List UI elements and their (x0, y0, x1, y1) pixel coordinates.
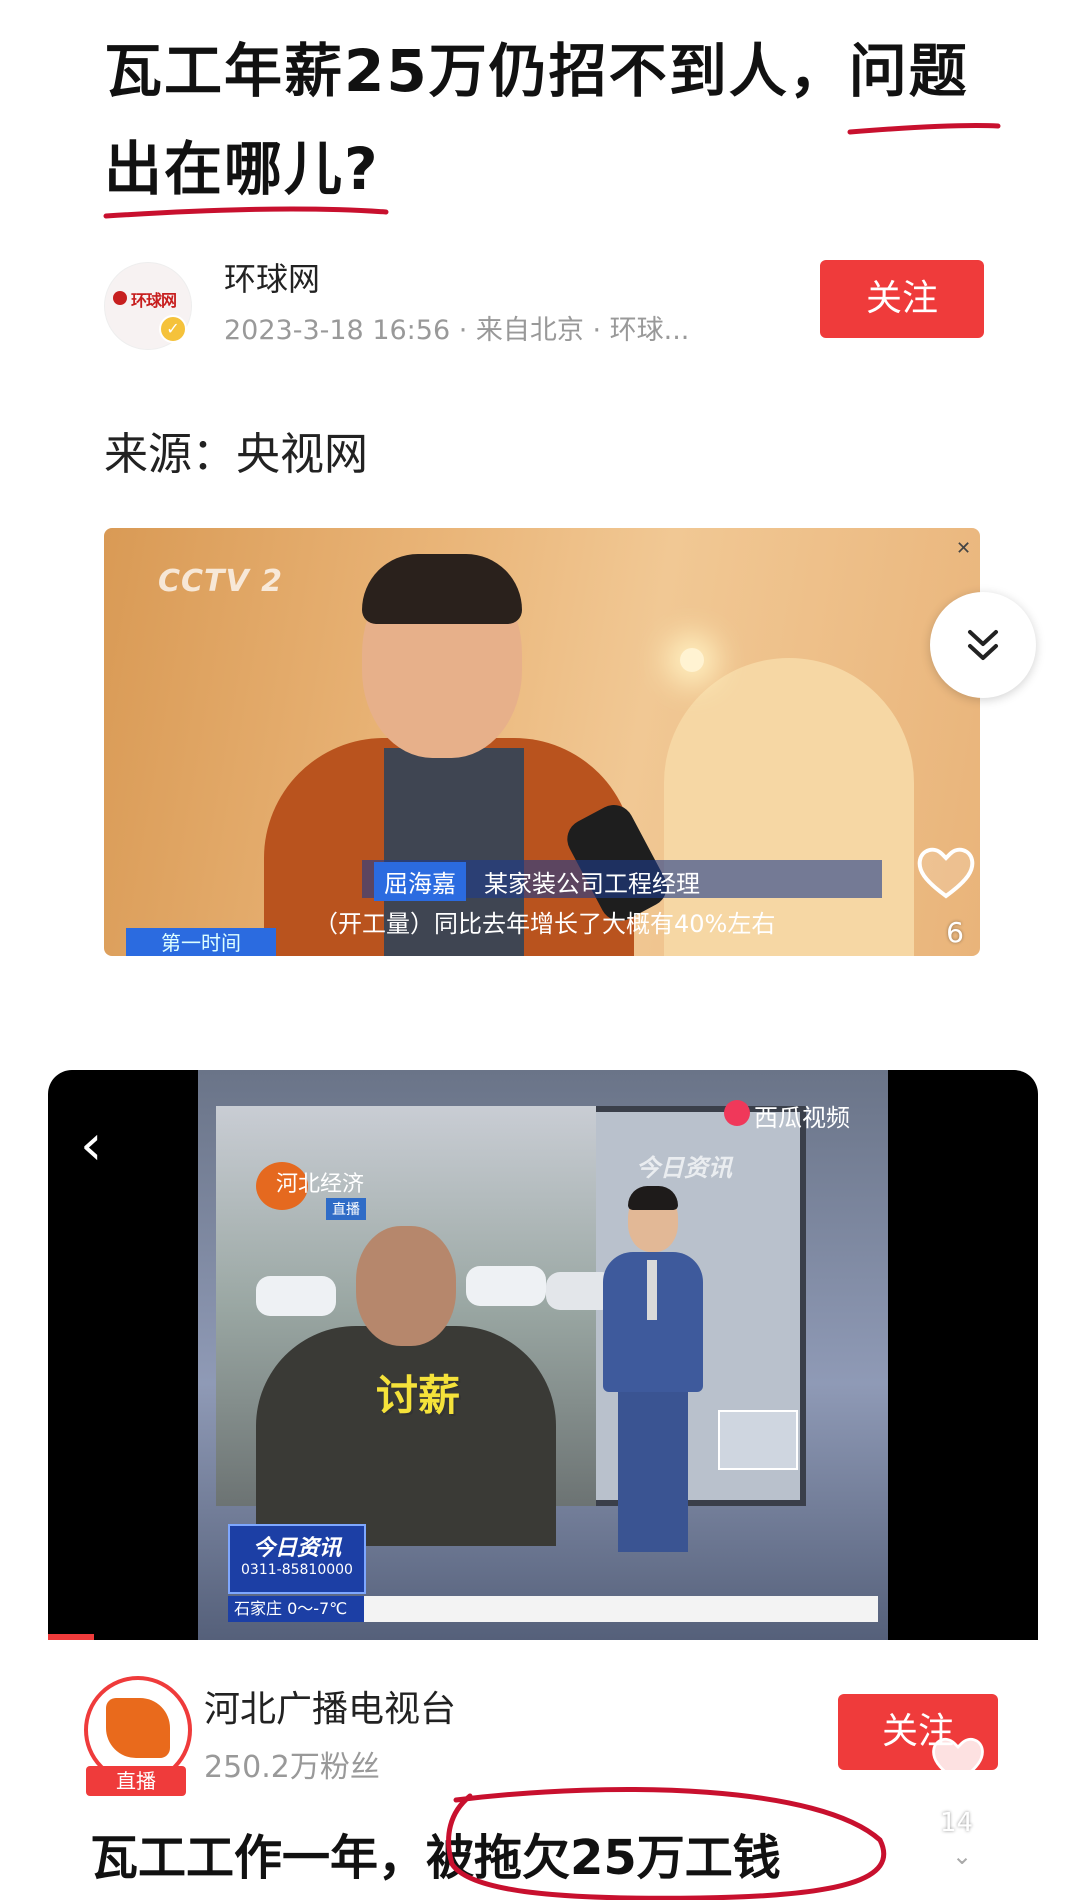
xigua-watermark: 西瓜视频 (754, 1104, 850, 1132)
verified-icon: ✓ (159, 315, 187, 343)
station-name-label[interactable]: 河北广播电视台 (204, 1680, 456, 1732)
ink-underline-title (847, 122, 1001, 135)
author-meta: 2023-3-18 16:56 · 来自北京 · 环球... (224, 315, 690, 346)
video-subtitle: （开工量）同比去年增长了大概有40%左右 (314, 910, 776, 938)
chevron-double-down-icon[interactable] (930, 592, 1036, 698)
ticker-box: 今日资讯 0311-85810000 (228, 1524, 366, 1594)
post-headline: 瓦工工作一年，被拖欠25万工钱 (90, 1830, 781, 1886)
fans-count: 250.2万粉丝 (204, 1750, 380, 1785)
caption-name: 屈海嘉 (374, 862, 466, 901)
live-tag: 直播 (326, 1198, 366, 1220)
video-progress[interactable] (48, 1634, 94, 1640)
ticker-weather: 石家庄 0～-7℃ (228, 1596, 364, 1622)
logo-mark-icon (113, 291, 127, 305)
like-count: 6 (946, 916, 964, 949)
program-tag: 第一时间 (126, 928, 276, 956)
close-icon[interactable]: ✕ (956, 538, 971, 559)
video-player-1[interactable]: CCTV 2 屈海嘉 某家装公司工程经理 （开工量）同比去年增长了大概有40%左… (104, 528, 980, 956)
like-count-2: 14 (940, 1808, 974, 1838)
station-logo-icon (106, 1698, 170, 1758)
interviewee-hair (362, 554, 522, 624)
lamp-light (680, 648, 704, 672)
back-arrow-icon[interactable]: ‹ (80, 1118, 102, 1174)
heart-icon[interactable] (916, 844, 976, 904)
car (256, 1276, 336, 1316)
article-title-line-2: 出在哪儿? (104, 135, 380, 203)
live-badge[interactable]: 直播 (86, 1766, 186, 1796)
anchor-legs (618, 1392, 688, 1552)
avatar-logo-text: 环球网 (131, 291, 177, 310)
xigua-logo-icon (724, 1100, 750, 1126)
article-title-line-1: 瓦工年薪25万仍招不到人，问题 (104, 37, 969, 105)
anchor-hair (628, 1186, 678, 1210)
ink-underline-title-2 (103, 206, 389, 219)
screen-scene: 讨薪 河北经济 直播 (216, 1106, 616, 1546)
chevron-down-icon[interactable]: ⌄ (952, 1842, 972, 1870)
channel-logo: CCTV 2 (158, 564, 284, 599)
source-line: 来源：央视网 (104, 429, 368, 480)
video-player-2[interactable]: ‹ 讨薪 河北经济 直播 今日资讯 西瓜视频 今日资讯 0311-8581000… (48, 1070, 1038, 1640)
ticker-phone: 0311-85810000 (241, 1562, 353, 1578)
anchor-tie (647, 1260, 657, 1320)
worker-head (356, 1226, 456, 1346)
caption-role: 某家装公司工程经理 (484, 870, 700, 898)
author-avatar[interactable]: 环球网 ✓ (104, 262, 192, 350)
product-display (718, 1410, 798, 1470)
worker-caption: 讨薪 (376, 1371, 461, 1420)
worker-body (256, 1326, 556, 1546)
ticker-title: 今日资讯 (252, 1536, 341, 1561)
car (466, 1266, 546, 1306)
program-watermark: 今日资讯 (636, 1154, 732, 1182)
tv-studio: 讨薪 河北经济 直播 今日资讯 西瓜视频 今日资讯 0311-85810000 … (198, 1070, 888, 1640)
author-name[interactable]: 环球网 (224, 254, 320, 300)
station-name: 河北经济 (276, 1172, 365, 1197)
follow-button[interactable]: 关注 (820, 260, 984, 338)
heart-icon[interactable] (930, 1734, 986, 1790)
